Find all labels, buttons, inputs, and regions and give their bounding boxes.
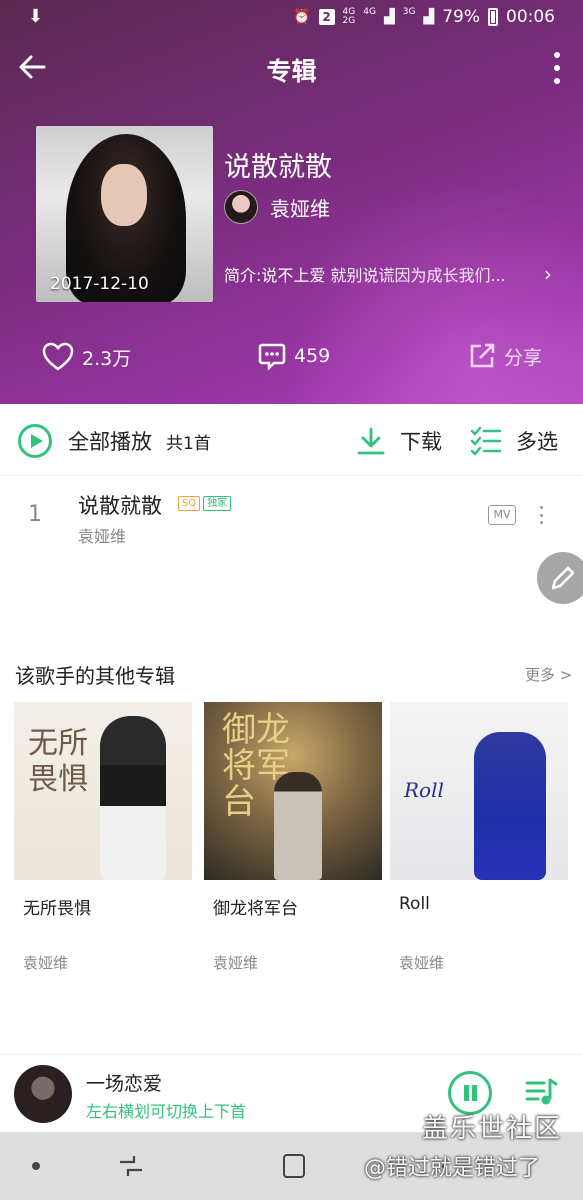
download-icon	[357, 427, 385, 455]
checklist-icon	[470, 426, 502, 456]
battery-percent: 79%	[442, 7, 480, 27]
album-card-cover: Roll	[390, 702, 568, 880]
track-count: 共1首	[166, 433, 211, 454]
home-icon[interactable]	[283, 1154, 305, 1178]
nav-dot-icon[interactable]	[32, 1162, 40, 1170]
album-card[interactable]: 御龙将军台 御龙将军台 袁娅维	[204, 702, 382, 972]
artist-name: 袁娅维	[270, 196, 330, 221]
play-all-button[interactable]: 全部播放 共1首	[18, 424, 211, 458]
top-nav: 专辑	[0, 44, 583, 90]
download-label: 下载	[400, 430, 442, 454]
pencil-icon	[551, 566, 575, 590]
wifi-signal-icon: ▟	[423, 9, 435, 25]
release-date: 2017-12-10	[50, 274, 149, 294]
album-card-title: 御龙将军台	[213, 899, 298, 919]
album-description[interactable]: 简介:说不上爱 就别说谎因为成长我们... ›	[224, 262, 564, 286]
song-title: 说散就散	[78, 494, 162, 518]
exclusive-badge: 独家	[203, 496, 232, 511]
album-card-title: Roll	[399, 894, 430, 914]
album-card-cover: 无所畏惧	[14, 702, 192, 880]
like-button[interactable]: 2.3万	[42, 342, 131, 372]
artist-avatar	[224, 190, 258, 224]
share-icon	[470, 343, 495, 368]
now-playing-title: 一场恋爱	[86, 1073, 163, 1095]
album-card-artist: 袁娅维	[23, 954, 69, 972]
song-more-icon[interactable]	[540, 506, 544, 524]
album-cover[interactable]: 2017-12-10	[36, 126, 213, 302]
album-card[interactable]: 无所畏惧 无所畏惧 袁娅维	[14, 702, 192, 972]
battery-icon	[488, 8, 498, 26]
album-card-artist: 袁娅维	[399, 954, 445, 972]
recent-apps-icon[interactable]	[118, 1154, 144, 1178]
alarm-icon: ⏰	[293, 9, 311, 25]
album-card[interactable]: Roll Roll 袁娅维	[390, 702, 568, 972]
song-artist: 袁娅维	[78, 527, 127, 546]
download-notification-icon: ⬇	[28, 6, 44, 27]
watermark-title: 盖乐世社区	[422, 1114, 563, 1144]
page-title: 专辑	[266, 57, 317, 86]
comment-count: 459	[294, 345, 331, 367]
other-albums-list: 无所畏惧 无所畏惧 袁娅维 御龙将军台 御龙将军台 袁娅维 Roll Roll …	[14, 702, 583, 1002]
network-indicator-3: 3G	[402, 7, 416, 17]
clock: 00:06	[506, 7, 555, 27]
playlist-icon[interactable]	[524, 1075, 558, 1109]
overflow-menu-icon[interactable]	[553, 52, 561, 84]
chevron-right-icon: ›	[544, 262, 552, 286]
comment-icon	[258, 343, 286, 370]
stats-row: 2.3万 459 分享	[0, 342, 583, 378]
description-text: 简介:说不上爱 就别说谎因为成长我们...	[224, 266, 506, 285]
play-all-label: 全部播放	[68, 430, 152, 454]
song-row[interactable]: 1 说散就散 SQ 独家 袁娅维 MV	[0, 478, 583, 558]
share-label: 分享	[504, 346, 543, 369]
network-indicator-1: 4G 2G	[342, 7, 356, 26]
song-badges: SQ 独家	[178, 496, 232, 511]
play-toolbar: 全部播放 共1首 下载 多选	[0, 404, 583, 476]
sim-badge: 2	[318, 9, 335, 25]
artist-link[interactable]: 袁娅维	[224, 190, 330, 224]
album-hero: ⬇ ⏰ 2 4G 2G 4G ▟ 3G ▟ 79% 00:06 专辑 2017-1…	[0, 0, 583, 404]
comment-button[interactable]: 459	[258, 342, 330, 370]
song-index: 1	[28, 502, 42, 527]
watermark-user: @错过就是错过了	[364, 1156, 541, 1181]
heart-icon	[42, 342, 74, 371]
multiselect-button[interactable]: 多选	[470, 426, 558, 456]
other-albums-heading: 该歌手的其他专辑	[15, 664, 175, 688]
mv-button[interactable]: MV	[488, 505, 516, 525]
status-bar: ⬇ ⏰ 2 4G 2G 4G ▟ 3G ▟ 79% 00:06	[0, 0, 583, 36]
network-indicator-2: 4G	[363, 7, 376, 17]
edit-floating-button[interactable]	[537, 552, 583, 604]
album-title: 说散就散	[224, 152, 332, 183]
swipe-hint: 左右横划可切换上下首	[86, 1102, 247, 1121]
more-albums-link[interactable]: 更多 >	[525, 664, 572, 685]
status-icons: ⏰ 2 4G 2G 4G ▟ 3G ▟ 79% 00:06	[293, 7, 555, 27]
now-playing-artwork[interactable]	[14, 1065, 72, 1123]
like-count: 2.3万	[82, 347, 132, 370]
album-card-artist: 袁娅维	[213, 954, 259, 972]
share-button[interactable]: 分享	[468, 342, 542, 370]
sq-badge: SQ	[178, 496, 201, 511]
album-card-cover: 御龙将军台	[204, 702, 382, 880]
download-button[interactable]: 下载	[356, 426, 442, 456]
signal-icon: ▟	[383, 9, 395, 25]
play-icon	[18, 424, 52, 458]
album-card-title: 无所畏惧	[23, 899, 91, 919]
multiselect-label: 多选	[516, 430, 558, 454]
